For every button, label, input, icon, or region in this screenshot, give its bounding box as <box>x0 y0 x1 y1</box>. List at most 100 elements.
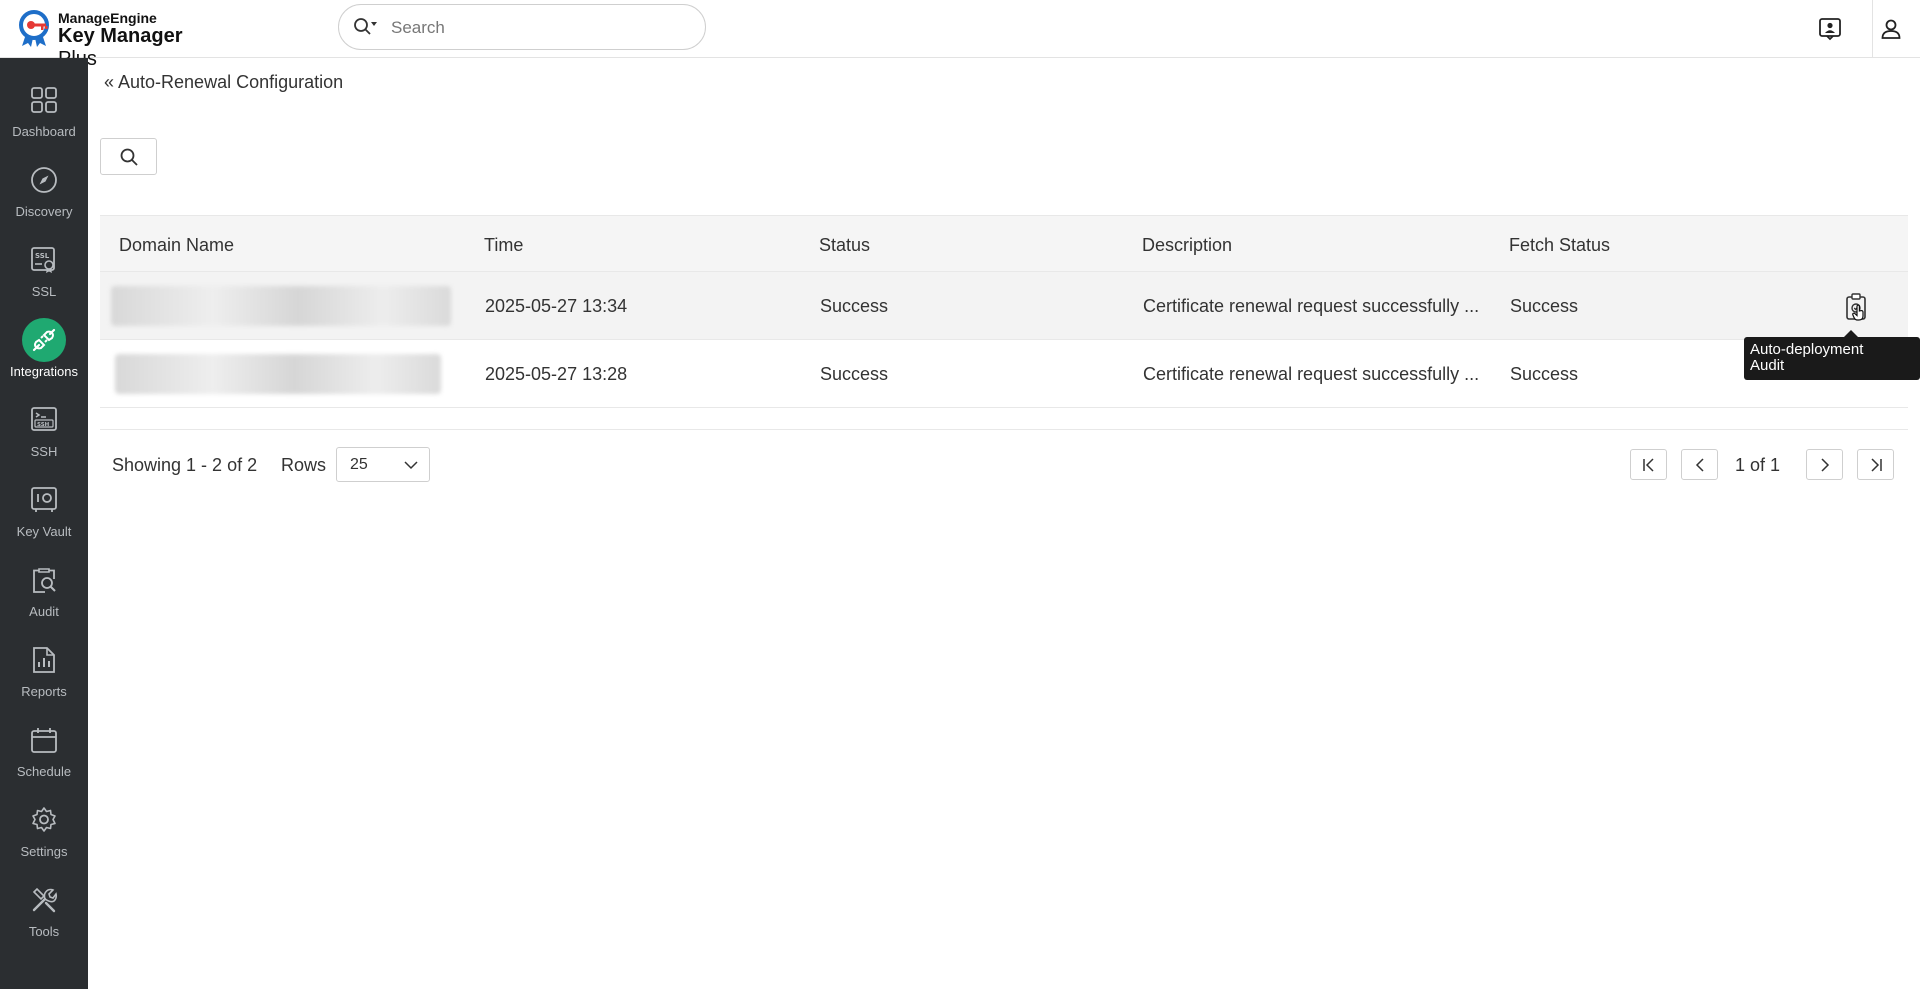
sidebar-item-label: Reports <box>21 684 67 699</box>
tools-icon <box>32 887 58 913</box>
sidebar-icon-wrap <box>22 718 66 762</box>
search-icon <box>120 148 138 166</box>
sidebar-item-label: SSL <box>31 284 57 299</box>
sidebar-item-label: Dashboard <box>12 124 76 139</box>
rows-per-page-value: 25 <box>350 456 368 473</box>
row-time: 2025-05-27 13:28 <box>485 364 628 384</box>
main-content: « Auto-Renewal Configuration Domain Name… <box>88 58 1920 989</box>
ssl-certificate-icon: SSL <box>31 247 55 273</box>
audit-icon <box>33 568 56 593</box>
sidebar-item-key-vault[interactable]: Key Vault <box>0 468 88 548</box>
last-page-button[interactable] <box>1857 449 1894 480</box>
table-footer-divider <box>100 429 1908 430</box>
sidebar-icon-wrap: SSL <box>22 238 66 282</box>
gear-icon <box>32 807 56 832</box>
audit-table: Domain Name Time Status Description Fetc… <box>100 215 1908 408</box>
app-logo[interactable]: ManageEngine Key Manager Plus <box>18 8 218 70</box>
table-row[interactable]: 2025-05-27 13:34 Success Certificate ren… <box>100 272 1908 340</box>
redacted-domain-name <box>115 354 441 394</box>
page-indicator: 1 of 1 <box>1735 455 1781 475</box>
sidebar-item-label: Discovery <box>15 204 73 219</box>
column-header-status[interactable]: Status <box>819 235 870 256</box>
sidebar-icon-wrap <box>22 798 66 842</box>
sidebar-item-dashboard[interactable]: Dashboard <box>0 68 88 148</box>
chevron-down-icon <box>404 461 418 470</box>
sidebar-item-label: Schedule <box>16 764 72 779</box>
feedback-button[interactable] <box>1813 12 1847 46</box>
table-header: Domain Name Time Status Description Fetc… <box>100 215 1908 272</box>
user-profile-button[interactable] <box>1874 12 1908 46</box>
sidebar-icon-wrap <box>22 78 66 122</box>
calendar-icon <box>31 728 57 753</box>
user-icon <box>1881 19 1901 39</box>
ssh-terminal-icon: SSH <box>31 407 57 431</box>
sidebar-item-integrations[interactable]: Integrations <box>0 308 88 388</box>
sidebar-icon-wrap <box>22 478 66 522</box>
sidebar-item-label: Tools <box>28 924 60 939</box>
row-time: 2025-05-27 13:34 <box>485 296 628 316</box>
sidebar-item-reports[interactable]: Reports <box>0 628 88 708</box>
table-row[interactable]: 2025-05-27 13:28 Success Certificate ren… <box>100 340 1908 408</box>
svg-text:SSH: SSH <box>37 422 50 428</box>
row-description: Certificate renewal request successfully… <box>1143 296 1480 316</box>
tooltip-line-1: Auto-deployment <box>1750 341 1864 358</box>
showing-count: Showing 1 - 2 of 2 <box>112 455 258 475</box>
top-bar: ManageEngine Key Manager Plus <box>0 0 1920 70</box>
row-status: Success <box>820 364 889 384</box>
column-header-domain-name[interactable]: Domain Name <box>119 235 234 256</box>
sidebar-icon-wrap <box>22 158 66 202</box>
reports-icon <box>33 647 55 673</box>
sidebar-item-schedule[interactable]: Schedule <box>0 708 88 788</box>
sidebar-icon-wrap <box>22 638 66 682</box>
first-page-button[interactable] <box>1630 449 1667 480</box>
row-fetch-status: Success <box>1510 296 1579 316</box>
sidebar-item-settings[interactable]: Settings <box>0 788 88 868</box>
sidebar-icon-wrap <box>22 878 66 922</box>
sidebar-item-discovery[interactable]: Discovery <box>0 148 88 228</box>
global-search[interactable] <box>338 4 706 50</box>
redacted-domain-name <box>111 286 451 326</box>
sidebar-icon-wrap: SSH <box>22 398 66 442</box>
tooltip-line-2: Audit <box>1750 357 1785 374</box>
column-header-fetch-status[interactable]: Fetch Status <box>1509 235 1610 256</box>
next-page-button[interactable] <box>1806 449 1843 480</box>
logo-mark-icon <box>19 10 49 47</box>
sidebar-item-ssl[interactable]: SSL SSL <box>0 228 88 308</box>
row-description: Certificate renewal request successfully… <box>1143 364 1480 384</box>
plug-icon <box>32 328 56 352</box>
sidebar: Dashboard Discovery SSL SSL Integrations… <box>0 58 88 989</box>
sidebar-item-label: Audit <box>29 604 59 619</box>
chevron-left-icon <box>1695 457 1704 472</box>
previous-page-button[interactable] <box>1681 449 1718 480</box>
column-header-time[interactable]: Time <box>484 235 523 256</box>
svg-text:SSL: SSL <box>35 252 50 260</box>
rows-label: Rows <box>281 455 327 475</box>
brand-product-bold: Key Manager <box>58 25 183 47</box>
sidebar-item-audit[interactable]: Audit <box>0 548 88 628</box>
topbar-divider <box>1872 0 1873 58</box>
dashboard-icon <box>31 87 57 113</box>
feedback-icon <box>1819 18 1841 41</box>
sidebar-item-label: Settings <box>20 844 68 859</box>
sidebar-item-tools[interactable]: Tools <box>0 868 88 948</box>
row-status: Success <box>820 296 889 316</box>
sidebar-icon-wrap <box>22 558 66 602</box>
table-search-button[interactable] <box>100 138 157 175</box>
column-header-description[interactable]: Description <box>1142 235 1232 256</box>
brand-vendor: ManageEngine <box>58 10 157 26</box>
breadcrumb-back-link[interactable]: « Auto-Renewal Configuration <box>104 72 343 93</box>
first-page-icon <box>1642 457 1654 472</box>
auto-deployment-audit-tooltip: Auto-deployment Audit <box>1744 330 1920 380</box>
auto-deployment-audit-icon[interactable] <box>1842 292 1870 322</box>
last-page-icon <box>1870 457 1882 472</box>
row-fetch-status: Success <box>1510 364 1579 384</box>
sidebar-item-label: SSH <box>30 444 58 459</box>
compass-icon <box>31 167 57 193</box>
global-search-input[interactable] <box>391 15 691 41</box>
sidebar-icon-wrap <box>22 318 66 362</box>
sidebar-item-label: Integrations <box>10 364 78 379</box>
sidebar-item-ssh[interactable]: SSH SSH <box>0 388 88 468</box>
search-icon <box>354 18 377 35</box>
chevron-right-icon <box>1820 457 1829 472</box>
rows-per-page-select[interactable]: 25 <box>336 447 430 482</box>
